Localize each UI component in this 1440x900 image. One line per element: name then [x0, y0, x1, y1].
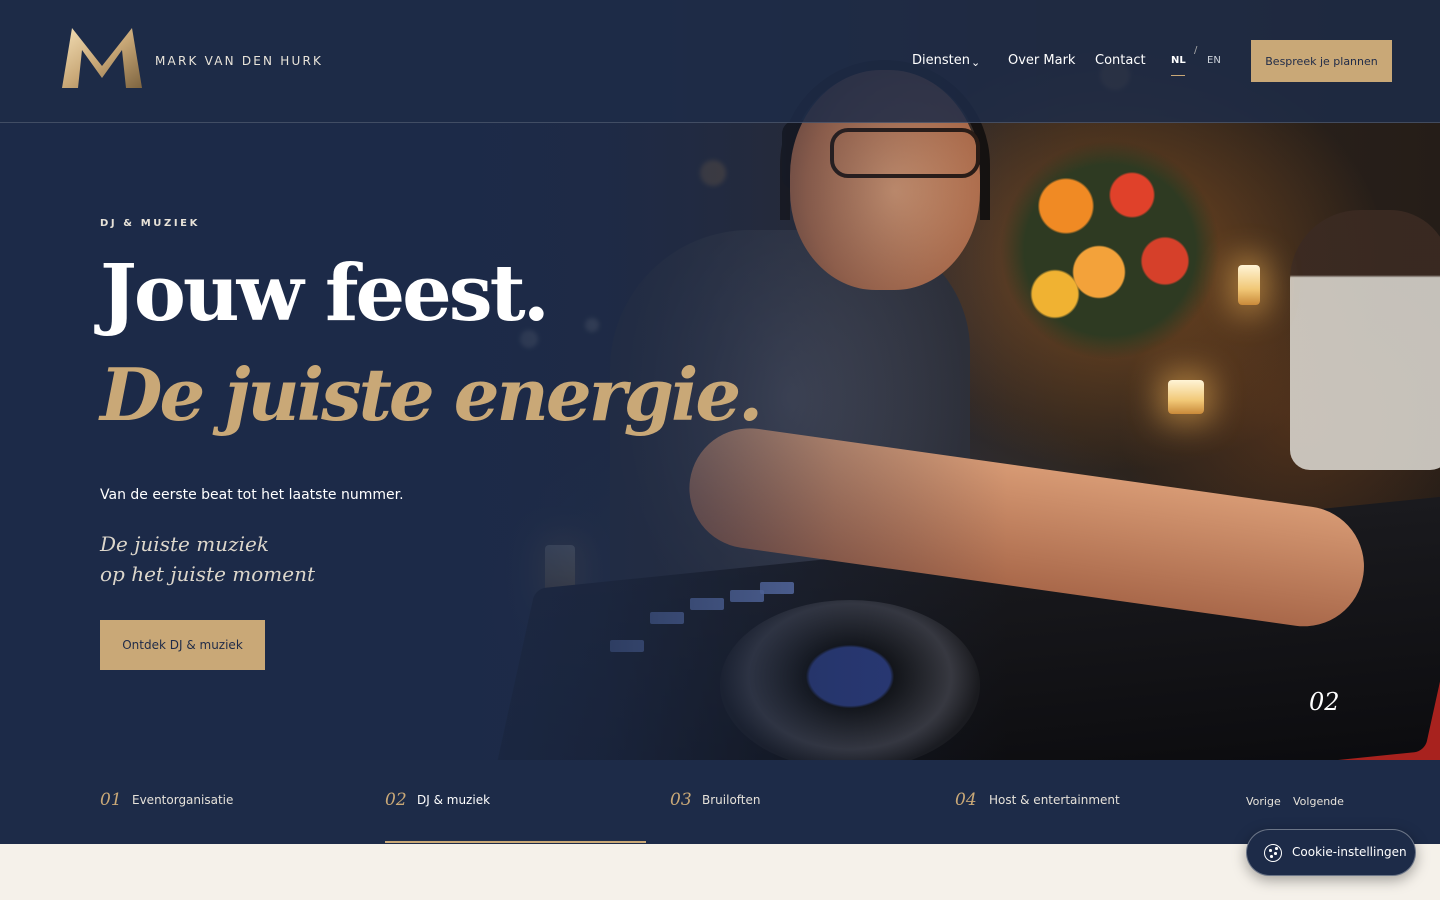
slide-tab-label: Bruiloften — [702, 793, 761, 807]
slide-tab-label: Host & entertainment — [989, 793, 1120, 807]
brand-name[interactable]: MARK VAN DEN HURK — [155, 54, 323, 68]
plan-button[interactable]: Bespreek je plannen — [1251, 40, 1392, 82]
nav-over-mark[interactable]: Over Mark — [1008, 53, 1075, 68]
content-section — [0, 844, 1440, 900]
slider-nav: 01 Eventorganisatie 02 DJ & muziek 03 Br… — [0, 760, 1440, 844]
cookie-icon — [1264, 844, 1282, 862]
nav-contact[interactable]: Contact — [1095, 53, 1146, 68]
chevron-down-icon[interactable]: ⌄ — [971, 56, 980, 69]
slide-tab-number: 03 — [670, 790, 692, 810]
slide-tab-label: Eventorganisatie — [132, 793, 234, 807]
hero-lead: Van de eerste beat tot het laatste numme… — [100, 487, 404, 503]
hero-title: Jouw feest. — [100, 248, 550, 339]
logo-icon[interactable] — [60, 28, 144, 90]
slide-tab-dj-muziek[interactable]: 02 DJ & muziek — [385, 760, 646, 844]
slide-tab-eventorganisatie[interactable]: 01 Eventorganisatie — [100, 760, 361, 844]
slide-tab-host-entertainment[interactable]: 04 Host & entertainment — [955, 760, 1216, 844]
slide-tab-label: DJ & muziek — [417, 793, 491, 807]
slide-number: 02 — [1309, 688, 1340, 716]
slide-tab-bruiloften[interactable]: 03 Bruiloften — [670, 760, 931, 844]
cookie-settings-button[interactable]: Cookie-instellingen — [1246, 829, 1416, 876]
lang-separator: / — [1194, 45, 1198, 56]
hero-tagline-2: op het juiste moment — [100, 562, 316, 586]
slide-tab-number: 01 — [100, 790, 122, 810]
slide-tab-number: 02 — [385, 790, 407, 810]
hero-tagline-1: De juiste muziek — [100, 532, 269, 556]
hero-section: MARK VAN DEN HURK Diensten ⌄ Over Mark C… — [0, 0, 1440, 760]
previous-button[interactable]: Vorige — [1246, 795, 1281, 808]
hero-subtitle: De juiste energie. — [100, 352, 763, 437]
nav-diensten[interactable]: Diensten — [912, 53, 970, 68]
hero-eyebrow: DJ & MUZIEK — [100, 218, 200, 229]
site-header: MARK VAN DEN HURK Diensten ⌄ Over Mark C… — [0, 0, 1440, 123]
lang-nl[interactable]: NL — [1171, 55, 1186, 76]
cookie-settings-label: Cookie-instellingen — [1292, 845, 1407, 859]
next-button[interactable]: Volgende — [1293, 795, 1344, 808]
discover-dj-button[interactable]: Ontdek DJ & muziek — [100, 620, 265, 670]
lang-en[interactable]: EN — [1207, 55, 1221, 66]
slide-tab-number: 04 — [955, 790, 977, 810]
